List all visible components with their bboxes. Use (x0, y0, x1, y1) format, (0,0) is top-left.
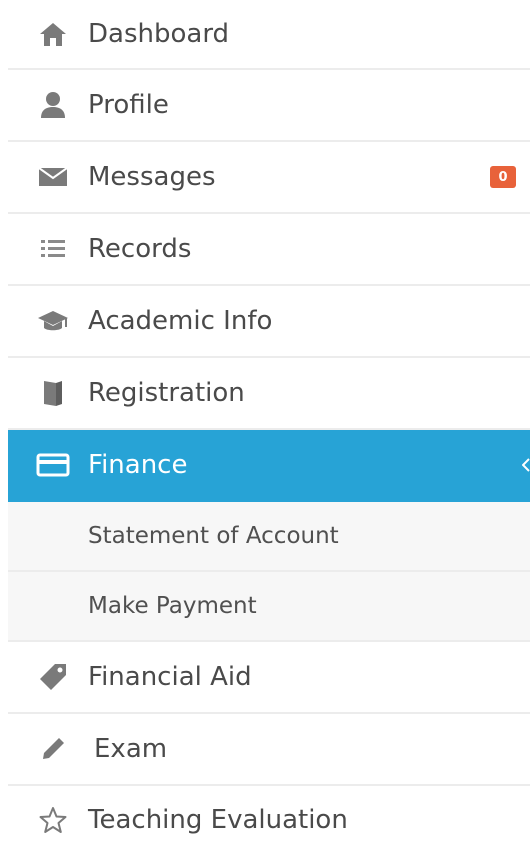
sidebar-item-messages[interactable]: Messages 0 (8, 142, 530, 214)
sidebar-item-profile[interactable]: Profile (8, 70, 530, 142)
list-icon (36, 232, 70, 266)
credit-card-icon (36, 448, 70, 482)
sidebar-item-exam[interactable]: Exam (8, 714, 530, 786)
sidebar-item-label: Exam (94, 734, 168, 764)
star-icon (36, 803, 70, 837)
sidebar-item-label: Records (88, 234, 192, 264)
sidebar-subitem-statement-of-account[interactable]: Statement of Account (8, 502, 530, 572)
messages-count-badge: 0 (490, 166, 516, 188)
sidebar-item-label: Academic Info (88, 306, 273, 336)
sidebar-item-financial-aid[interactable]: Financial Aid (8, 642, 530, 714)
sidebar-item-academic-info[interactable]: Academic Info (8, 286, 530, 358)
sidebar-item-label: Finance (88, 450, 188, 480)
pencil-icon (36, 732, 70, 766)
sidebar-item-label: Statement of Account (88, 523, 339, 549)
sidebar-nav: Dashboard Profile Messages 0 Records Aca… (0, 0, 530, 853)
sidebar-subitem-make-payment[interactable]: Make Payment (8, 572, 530, 642)
sidebar-item-records[interactable]: Records (8, 214, 530, 286)
sidebar-item-label: Registration (88, 378, 245, 408)
sidebar-item-label: Profile (88, 90, 169, 120)
sidebar-item-dashboard[interactable]: Dashboard (8, 0, 530, 70)
sidebar-item-label: Make Payment (88, 593, 257, 619)
sidebar-item-registration[interactable]: Registration (8, 358, 530, 430)
book-icon (36, 376, 70, 410)
tag-icon (36, 660, 70, 694)
graduation-cap-icon (36, 304, 70, 338)
envelope-icon (36, 160, 70, 194)
sidebar-item-label: Financial Aid (88, 662, 252, 692)
chevron-left-icon (520, 455, 530, 475)
sidebar-item-label: Messages (88, 162, 216, 192)
sidebar-item-label: Dashboard (88, 19, 230, 49)
sidebar-item-label: Teaching Evaluation (88, 804, 348, 835)
home-icon (36, 17, 70, 51)
sidebar-item-finance[interactable]: Finance (8, 430, 530, 502)
sidebar-item-teaching-evaluation[interactable]: Teaching Evaluation (8, 786, 530, 853)
user-icon (36, 88, 70, 122)
